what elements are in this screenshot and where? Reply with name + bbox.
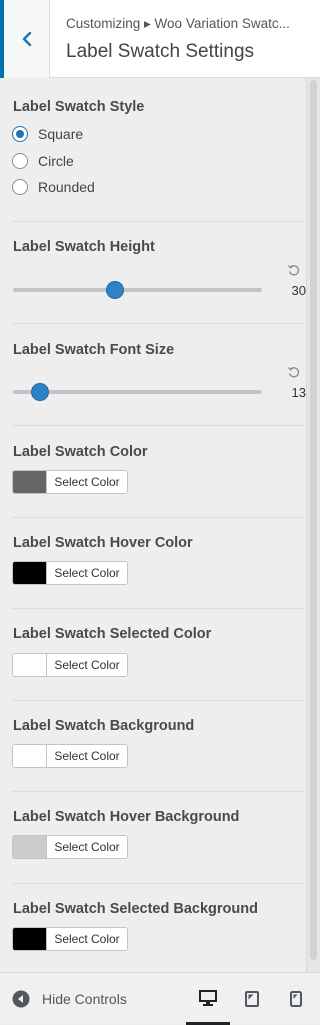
select-color-label: Select Color <box>47 928 127 950</box>
font-size-slider-track[interactable] <box>13 390 262 394</box>
height-section-title: Label Swatch Height <box>13 239 155 255</box>
select-color-label: Select Color <box>47 654 127 676</box>
radio-button-checked[interactable] <box>12 126 28 142</box>
radio-circle[interactable]: Circle <box>12 153 74 169</box>
color-swatch <box>13 562 47 584</box>
hover-background-title: Label Swatch Hover Background <box>13 809 240 825</box>
mobile-icon <box>290 991 302 1007</box>
color-swatch <box>13 654 47 676</box>
customizer-footer: Hide Controls <box>0 972 320 1025</box>
color-swatch <box>13 745 47 767</box>
height-value[interactable]: 30 <box>278 283 306 298</box>
scrollbar-thumb[interactable] <box>310 80 317 960</box>
hide-controls-button[interactable]: Hide Controls <box>12 973 127 1025</box>
radio-label-rounded: Rounded <box>38 179 95 195</box>
hover-color-picker-button[interactable]: Select Color <box>12 561 128 585</box>
divider <box>12 221 304 222</box>
background-title: Label Swatch Background <box>13 718 195 734</box>
radio-label-square: Square <box>38 126 84 142</box>
color-swatch <box>13 471 47 493</box>
select-color-label: Select Color <box>47 745 127 767</box>
swatch-color-title: Label Swatch Color <box>13 444 148 460</box>
panel-title: Label Swatch Settings <box>66 41 255 62</box>
font-size-slider-handle[interactable] <box>31 383 49 401</box>
hover-background-color-picker-button[interactable]: Select Color <box>12 835 128 859</box>
select-color-label: Select Color <box>47 471 127 493</box>
radio-label-circle: Circle <box>38 153 74 169</box>
hide-controls-label: Hide Controls <box>42 991 127 1007</box>
swatch-color-picker-button[interactable]: Select Color <box>12 470 128 494</box>
collapse-arrow-icon <box>12 990 30 1008</box>
reset-icon[interactable] <box>287 365 301 379</box>
radio-square[interactable]: Square <box>12 126 83 142</box>
selected-color-picker-button[interactable]: Select Color <box>12 653 128 677</box>
height-slider-track[interactable] <box>13 288 262 292</box>
color-swatch <box>13 836 47 858</box>
height-slider-handle[interactable] <box>106 281 124 299</box>
divider <box>12 425 304 426</box>
radio-rounded[interactable]: Rounded <box>12 179 95 195</box>
selected-color-title: Label Swatch Selected Color <box>13 626 212 642</box>
chevron-left-icon <box>22 31 31 47</box>
preview-desktop-button[interactable] <box>186 973 230 1025</box>
hover-color-title: Label Swatch Hover Color <box>13 535 193 551</box>
divider <box>12 700 304 701</box>
reset-icon[interactable] <box>287 263 301 277</box>
tablet-icon <box>245 991 259 1007</box>
style-section-title: Label Swatch Style <box>13 99 145 115</box>
desktop-icon <box>199 989 217 1006</box>
select-color-label: Select Color <box>47 562 127 584</box>
color-swatch <box>13 928 47 950</box>
select-color-label: Select Color <box>47 836 127 858</box>
divider <box>12 323 304 324</box>
selected-background-title: Label Swatch Selected Background <box>13 901 258 917</box>
preview-tablet-button[interactable] <box>230 973 274 1025</box>
preview-mobile-button[interactable] <box>274 973 318 1025</box>
selected-background-color-picker-button[interactable]: Select Color <box>12 927 128 951</box>
customizer-header: Customizing ▸ Woo Variation Swatc... Lab… <box>0 0 320 78</box>
background-color-picker-button[interactable]: Select Color <box>12 744 128 768</box>
divider <box>12 883 304 884</box>
scrollbar[interactable] <box>306 78 320 972</box>
back-button[interactable] <box>0 0 50 78</box>
settings-panel: Label Swatch Style Square Circle Rounded… <box>0 78 306 972</box>
radio-button[interactable] <box>12 153 28 169</box>
font-size-value[interactable]: 13 <box>278 385 306 400</box>
divider <box>12 608 304 609</box>
divider <box>12 791 304 792</box>
font-size-section-title: Label Swatch Font Size <box>13 342 175 358</box>
radio-button[interactable] <box>12 179 28 195</box>
breadcrumb: Customizing ▸ Woo Variation Swatc... <box>66 16 290 31</box>
divider <box>12 517 304 518</box>
